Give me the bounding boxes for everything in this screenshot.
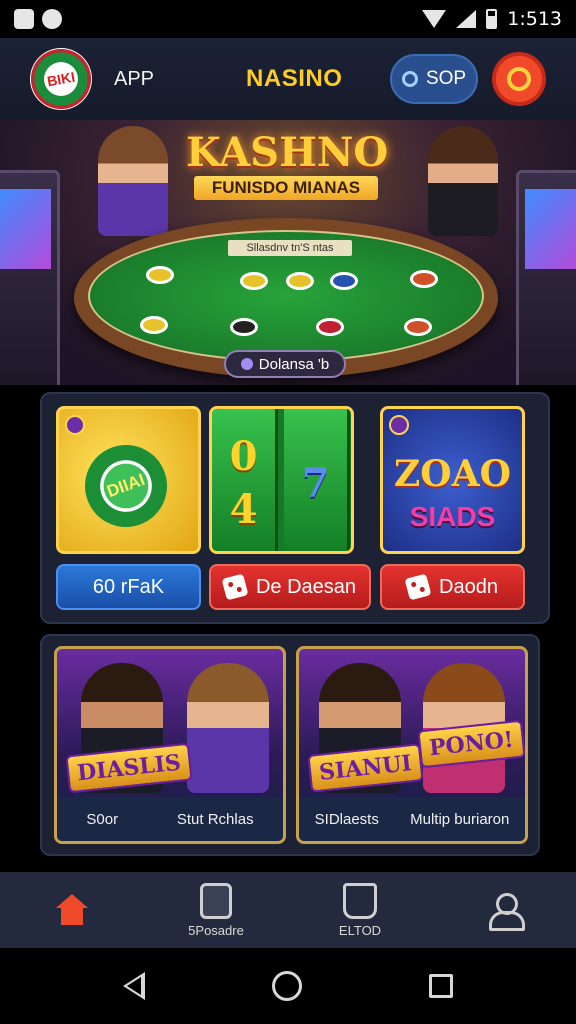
notification-icon: [14, 9, 34, 29]
coins-label: SOP: [425, 68, 467, 89]
play-button-3-label: Daodn: [439, 575, 498, 598]
chip-icon: [286, 272, 314, 290]
chip-icon: [146, 266, 174, 284]
slot-machine-right: [516, 170, 576, 385]
wifi-icon: [422, 10, 447, 28]
tile-big-text: ZOAO: [394, 453, 511, 495]
star-icon: [389, 415, 409, 435]
games-panel-bottom: DIASLIS S0or Stut Rchlas SIANUI PONO! SI…: [40, 634, 540, 856]
reel-1: 0 4: [212, 409, 278, 551]
chip-icon: [410, 270, 438, 288]
game-tile-slots[interactable]: ZOAO SIADS: [380, 406, 525, 554]
hero-title: KASHNO: [186, 129, 389, 176]
reel-symbol: 7: [301, 459, 330, 507]
dealer-right: [428, 126, 498, 236]
caption-text: S0or: [86, 810, 119, 828]
app-label[interactable]: APP: [114, 68, 154, 91]
table-strip: Sllasdnv tn'S ntas: [228, 240, 352, 256]
chip-icon: [316, 318, 344, 336]
app-logo[interactable]: BIKI: [25, 43, 97, 115]
game-tile-chip[interactable]: DIIAI: [56, 406, 201, 554]
brand-title: NASINO: [246, 65, 343, 92]
game-tile-reels[interactable]: 0 4 7: [209, 406, 354, 554]
reel-symbol: 0: [229, 433, 258, 480]
box-icon: [200, 882, 232, 919]
logo-text: BIKI: [45, 68, 77, 90]
nav-label: 5Posadre: [188, 922, 244, 938]
games-panel-top: DIIAI 0 4 7 ZOAO SIADS 60 rFaK De Daesan…: [40, 392, 550, 624]
hero-banner[interactable]: KASHNO FUNISDO MIANAS Sllasdnv tn'S ntas…: [0, 120, 576, 385]
star-icon: [65, 415, 85, 435]
reel-2: 7: [284, 409, 350, 551]
chip-icon: [330, 272, 358, 290]
table-felt: Sllasdnv tn'S ntas: [88, 230, 484, 362]
nav-box[interactable]: 5Posadre: [144, 872, 288, 948]
back-icon[interactable]: [123, 972, 146, 1000]
bin-icon: [343, 882, 377, 919]
alert-button[interactable]: [492, 52, 546, 106]
game-card-1[interactable]: DIASLIS S0or Stut Rchlas: [54, 646, 286, 844]
play-button-1-label: 60 rFaK: [92, 575, 165, 598]
user-icon: [489, 893, 525, 931]
nav-profile[interactable]: [432, 872, 576, 948]
system-nav: [0, 948, 576, 1024]
play-button-3[interactable]: Daodn: [380, 564, 525, 610]
status-time: 1:513: [507, 8, 562, 30]
card-caption: SIDlaests Multip buriaron: [299, 797, 525, 841]
signal-icon: [456, 10, 477, 28]
caption-text: SIDlaests: [314, 810, 379, 828]
hero-pill-label: Dolansa 'b: [258, 355, 330, 373]
play-button-2-label: De Daesan: [255, 575, 357, 598]
chip-icon: [230, 318, 258, 336]
pill-dot-icon: [240, 358, 253, 370]
character-right: [187, 663, 269, 793]
slot-machine-left: [0, 170, 60, 385]
card-caption: S0or Stut Rchlas: [57, 797, 283, 841]
hero-subtitle: FUNISDO MIANAS: [194, 176, 378, 200]
dealer-left: [98, 126, 168, 236]
coins-button[interactable]: SOP: [390, 54, 478, 104]
chip-text: DIIAI: [104, 469, 148, 502]
poker-chip-icon: DIIAI: [73, 433, 179, 539]
tile-sub-text: SIADS: [409, 501, 496, 532]
sync-icon: [42, 9, 62, 29]
play-button-1[interactable]: 60 rFaK: [56, 564, 201, 610]
chip-icon: [140, 316, 168, 334]
recents-icon[interactable]: [428, 974, 453, 998]
alert-icon: [507, 67, 531, 91]
status-bar: 1:513: [0, 0, 576, 38]
chip-icon: [404, 318, 432, 336]
app-header: BIKI APP NASINO SOP: [0, 38, 576, 120]
coin-icon: [401, 71, 418, 87]
hero-pill[interactable]: Dolansa 'b: [224, 350, 346, 378]
home-icon: [56, 894, 88, 926]
home-circle-icon[interactable]: [271, 971, 302, 1001]
caption-text: Multip buriaron: [410, 810, 510, 828]
nav-bin[interactable]: ELTOD: [288, 872, 432, 948]
reel-symbol: 4: [229, 486, 258, 533]
dice-icon: [404, 573, 432, 601]
hero-title-block: KASHNO FUNISDO MIANAS: [186, 129, 389, 212]
bottom-nav: 5Posadre ELTOD: [0, 872, 576, 948]
chip-icon: [240, 272, 268, 290]
battery-icon: [486, 9, 498, 29]
dice-icon: [221, 573, 249, 601]
play-button-2[interactable]: De Daesan: [209, 564, 371, 610]
nav-label: ELTOD: [338, 922, 382, 938]
nav-home[interactable]: [0, 872, 144, 948]
caption-text: Stut Rchlas: [176, 810, 254, 828]
game-card-2[interactable]: SIANUI PONO! SIDlaests Multip buriaron: [296, 646, 528, 844]
